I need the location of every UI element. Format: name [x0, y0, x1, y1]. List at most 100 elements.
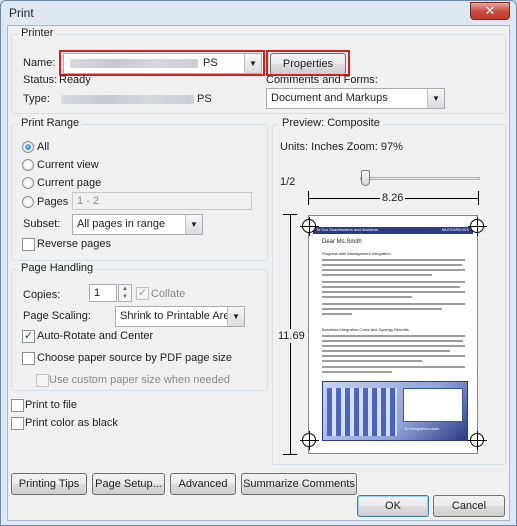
height-dimension-bottom-tick — [283, 454, 297, 455]
preview-text-line — [322, 313, 352, 315]
status-label: Status: — [23, 74, 58, 86]
close-button[interactable]: ✕ — [470, 2, 510, 20]
page-indicator: 1/2 — [280, 176, 296, 188]
page-scaling-select[interactable]: Shrink to Printable Area ▼ — [115, 306, 245, 327]
chevron-down-icon[interactable]: ▼ — [227, 307, 244, 326]
ok-button[interactable]: OK — [357, 495, 429, 517]
printing-tips-button[interactable]: Printing Tips — [11, 473, 87, 495]
preview-heading-1: Progress with Management Integration — [322, 251, 391, 256]
type-label: Type: — [23, 93, 50, 105]
pages-value: 1 - 2 — [77, 195, 100, 207]
crop-mark-bottom-left-icon — [300, 431, 319, 450]
name-label: Name: — [23, 57, 56, 69]
preview-text-line — [322, 269, 465, 271]
height-dimension-top-tick — [283, 214, 297, 215]
title-bar[interactable]: Print ✕ — [1, 1, 516, 25]
height-dimension-label: 11.69 — [278, 329, 305, 343]
subset-label: Subset: — [23, 218, 61, 230]
chevron-down-icon[interactable]: ▼ — [427, 89, 444, 108]
page-setup-button[interactable]: Page Setup... — [92, 473, 165, 495]
preview-figure: BI Integration costs — [322, 381, 468, 441]
preview-text-line — [322, 355, 465, 357]
page-slider-thumb[interactable] — [361, 170, 370, 186]
radio-current-view[interactable] — [22, 159, 34, 171]
printer-group-title: Printer — [18, 27, 57, 39]
preview-text-line — [322, 286, 460, 288]
crop-mark-top-left-icon — [300, 217, 319, 236]
preview-text-line — [322, 335, 465, 337]
preview-text-line — [322, 274, 432, 276]
preview-text-line — [322, 296, 412, 298]
width-dimension-label: 8.26 — [380, 192, 406, 204]
units-zoom-text: Units: Inches Zoom: 97% — [280, 141, 403, 153]
page-scaling-value: Shrink to Printable Area — [120, 310, 236, 322]
preview-greeting: Dear Ms.Smith — [322, 239, 362, 245]
preview-figure-table — [403, 388, 463, 422]
preview-text-line — [322, 281, 465, 283]
print-to-file-checkbox[interactable] — [11, 399, 24, 412]
copies-label: Copies: — [23, 289, 61, 301]
preview-title: Preview: Composite — [279, 117, 383, 129]
width-dimension-left-tick — [308, 191, 309, 205]
copies-value: 1 — [94, 287, 101, 299]
preview-figure-footer: BI Integration costs — [405, 426, 440, 431]
preview-text-line — [322, 303, 465, 305]
preview-header-left: To Our Shareholders and Investors — [316, 227, 379, 232]
collate-label[interactable]: Collate — [151, 288, 185, 300]
page-slider-track[interactable] — [360, 177, 480, 180]
status-value: Ready — [59, 74, 91, 86]
comments-forms-value: Document and Markups — [271, 92, 388, 104]
reverse-pages-checkbox[interactable] — [22, 238, 35, 251]
pages-field[interactable]: 1 - 2 — [72, 192, 252, 210]
page-handling-title: Page Handling — [18, 262, 97, 274]
print-color-black-label[interactable]: Print color as black — [25, 417, 118, 429]
window-title: Print — [9, 6, 34, 20]
page-scaling-label: Page Scaling: — [23, 310, 91, 322]
comments-forms-select[interactable]: Document and Markups ▼ — [266, 88, 445, 109]
subset-value: All pages in range — [77, 218, 166, 230]
preview-heading-2: Business Integration Costs and Synergy B… — [322, 327, 409, 332]
choose-source-checkbox[interactable] — [22, 352, 35, 365]
advanced-button[interactable]: Advanced — [170, 473, 236, 495]
summarize-comments-button[interactable]: Summarize Comments — [241, 473, 357, 495]
collate-checkbox[interactable]: ✓ — [136, 287, 149, 300]
choose-source-label[interactable]: Choose paper source by PDF page size — [37, 352, 232, 364]
width-dimension-right-tick — [478, 191, 479, 205]
properties-highlight — [266, 50, 350, 76]
print-dialog: Print ✕ Printer Name: PS ▼ Properties St… — [0, 0, 517, 526]
preview-text-line — [322, 366, 465, 368]
custom-paper-label[interactable]: Use custom paper size when needed — [49, 374, 230, 386]
copies-stepper[interactable]: ▲ ▼ — [118, 284, 132, 302]
preview-header-right: MUSTARD.IDX — [441, 227, 469, 232]
pages-label[interactable]: Pages — [37, 196, 68, 208]
current-page-label[interactable]: Current page — [37, 177, 101, 189]
preview-text-line — [322, 308, 442, 310]
preview-text-line — [322, 340, 463, 342]
type-value: PS — [197, 93, 212, 105]
printer-name-highlight — [59, 50, 265, 76]
preview-text-line — [322, 259, 465, 261]
preview-text-line — [322, 360, 422, 362]
reverse-pages-label[interactable]: Reverse pages — [37, 238, 111, 250]
comments-forms-label: Comments and Forms: — [266, 74, 378, 86]
radio-current-page[interactable] — [22, 177, 34, 189]
copies-input[interactable]: 1 — [89, 284, 117, 302]
current-view-label[interactable]: Current view — [37, 159, 99, 171]
custom-paper-checkbox[interactable] — [36, 374, 49, 387]
auto-rotate-label[interactable]: Auto-Rotate and Center — [37, 330, 153, 342]
all-label[interactable]: All — [37, 141, 49, 153]
cancel-button[interactable]: Cancel — [433, 495, 505, 517]
print-to-file-label[interactable]: Print to file — [25, 399, 77, 411]
preview-text-line — [322, 291, 465, 293]
auto-rotate-checkbox[interactable]: ✓ — [22, 330, 35, 343]
dialog-client: Printer Name: PS ▼ Properties Status: Re… — [7, 25, 510, 521]
chevron-down-icon[interactable]: ▼ — [185, 215, 202, 234]
radio-all[interactable] — [22, 141, 34, 153]
redacted-printer-type — [61, 95, 194, 104]
print-range-title: Print Range — [18, 117, 83, 129]
print-color-black-checkbox[interactable] — [11, 417, 24, 430]
preview-text-line — [322, 350, 450, 352]
crop-mark-bottom-right-icon — [468, 431, 487, 450]
radio-pages[interactable] — [22, 196, 34, 208]
subset-select[interactable]: All pages in range ▼ — [72, 214, 203, 235]
